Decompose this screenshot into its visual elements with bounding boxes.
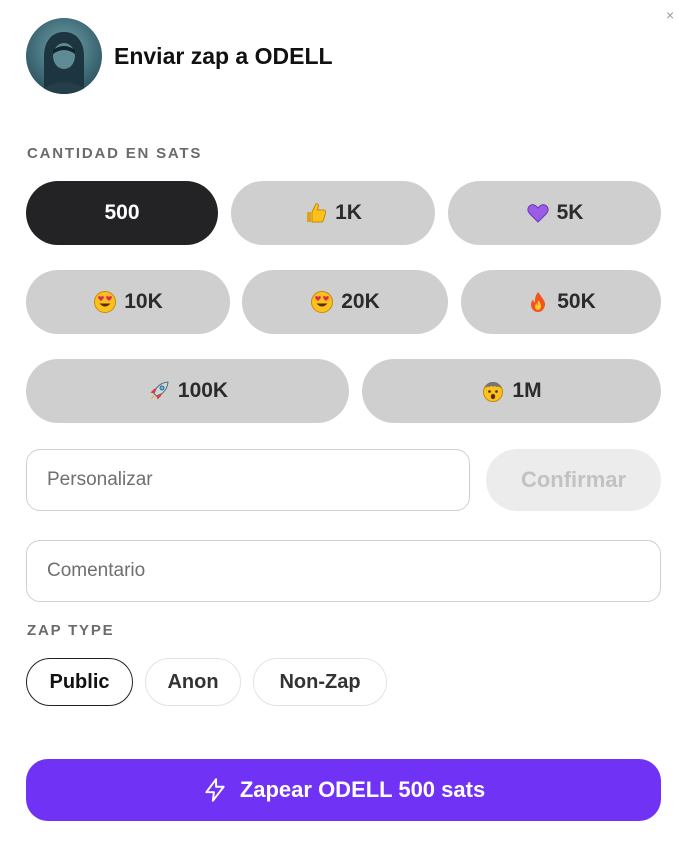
amount-label: 50K (557, 290, 596, 313)
zap-type-non-zap-button[interactable]: Non-Zap (253, 658, 387, 706)
mind-blown-icon (481, 379, 505, 403)
rocket-icon (147, 379, 171, 403)
amount-button-500[interactable]: 500 (26, 181, 218, 245)
amount-label: 100K (177, 379, 229, 402)
amount-button-10k[interactable]: 10K (26, 270, 230, 334)
amount-section-label: CANTIDAD EN SATS (27, 145, 203, 162)
amount-label: 1K (335, 201, 362, 224)
comment-input[interactable] (26, 540, 661, 602)
dialog-title: Enviar zap a ODELL (114, 42, 333, 69)
avatar (26, 18, 102, 94)
amount-label: 5K (556, 201, 584, 224)
dialog-header: Enviar zap a ODELL (26, 18, 333, 94)
zap-type-public-button[interactable]: Public (26, 658, 133, 706)
zap-type-section-label: ZAP TYPE (27, 622, 115, 639)
confirm-button[interactable]: Confirmar (486, 449, 661, 511)
amount-button-5k[interactable]: 5K (448, 181, 661, 245)
amount-label: 20K (341, 290, 380, 313)
amount-button-1k[interactable]: 1K (231, 181, 435, 245)
amount-button-50k[interactable]: 50K (461, 270, 661, 334)
amount-button-1m[interactable]: 1M (362, 359, 661, 423)
purple-heart-icon (526, 201, 550, 225)
zap-type-anon-button[interactable]: Anon (145, 658, 241, 706)
amount-label: 500 (104, 201, 140, 224)
custom-amount-input[interactable] (26, 449, 470, 511)
amount-label: 1M (512, 379, 542, 402)
close-icon[interactable]: × (666, 8, 676, 22)
amount-button-20k[interactable]: 20K (242, 270, 448, 334)
heart-eyes-icon (310, 290, 334, 314)
thumbs-up-icon (304, 201, 328, 225)
zap-submit-label: Zapear ODELL 500 sats (239, 777, 486, 802)
amount-label: 10K (124, 290, 163, 313)
fire-icon (526, 290, 550, 314)
zap-submit-button[interactable]: Zapear ODELL 500 sats (26, 759, 661, 821)
lightning-bolt-icon (202, 777, 228, 803)
amount-button-100k[interactable]: 100K (26, 359, 349, 423)
heart-eyes-icon (93, 290, 117, 314)
